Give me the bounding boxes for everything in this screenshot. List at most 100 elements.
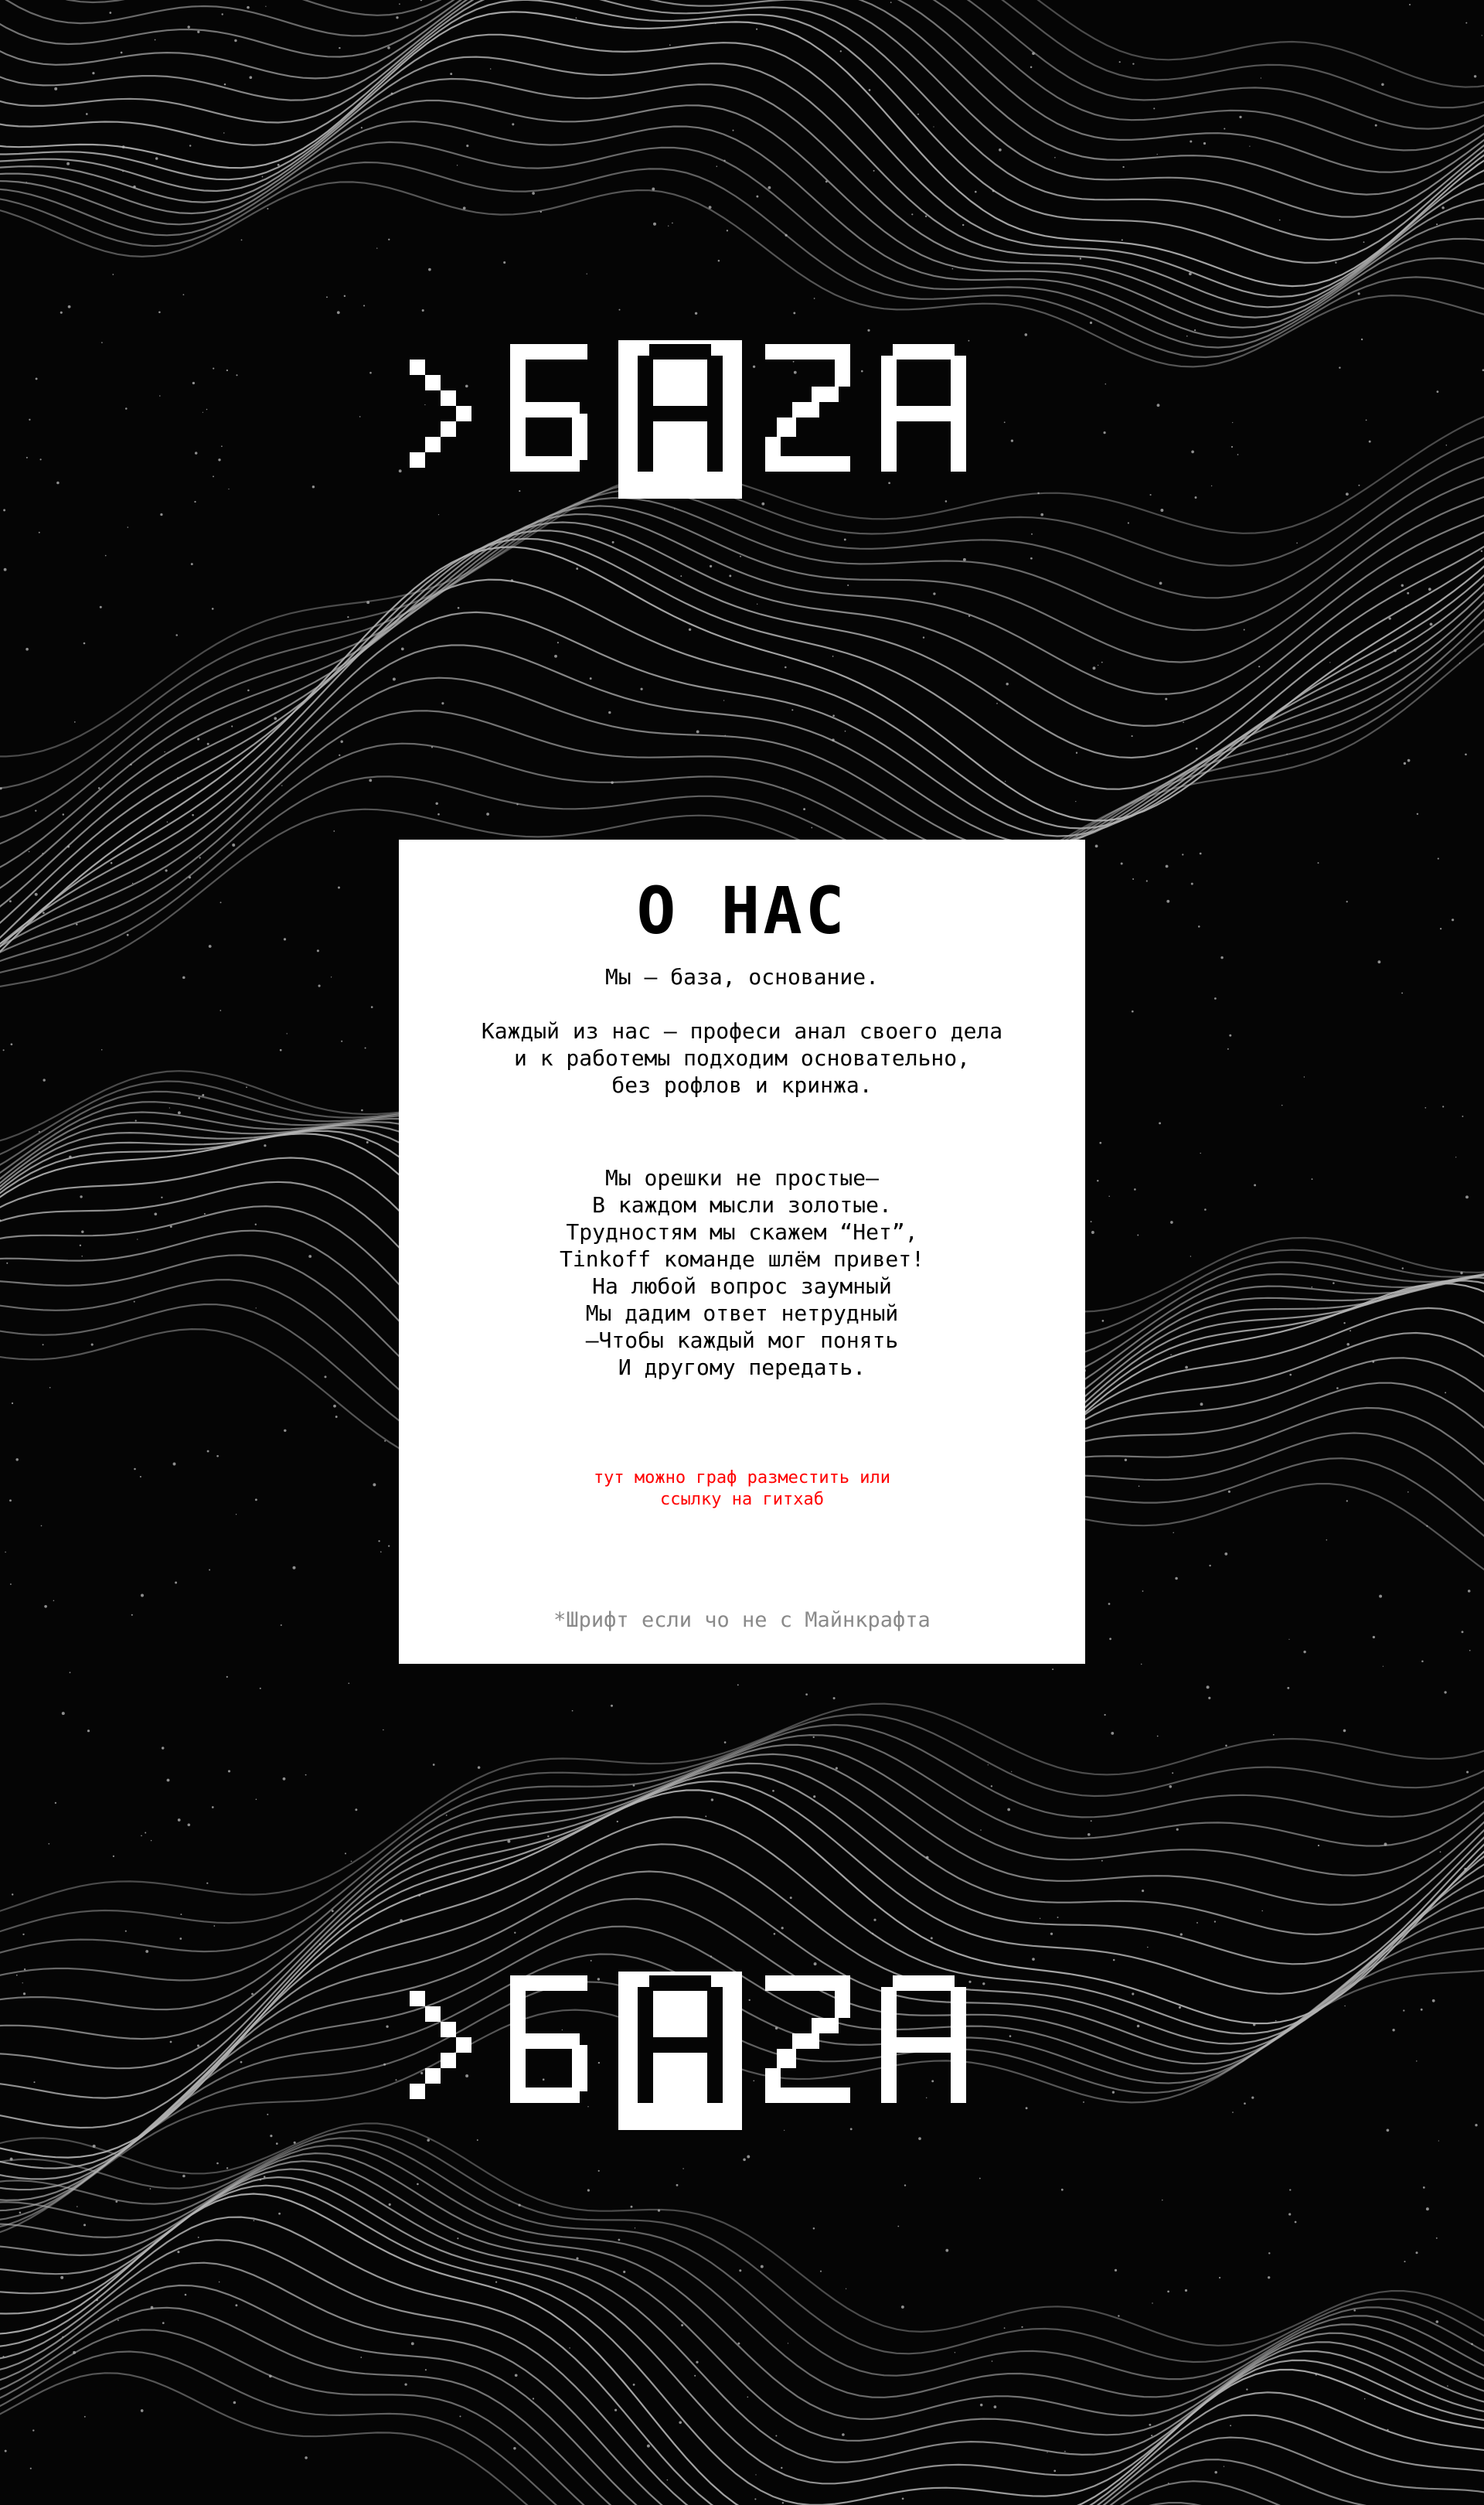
star-dot xyxy=(1203,141,1207,145)
star-dot xyxy=(22,1992,26,1995)
star-dot xyxy=(281,785,283,786)
star-dot xyxy=(933,126,934,128)
star-dot xyxy=(608,711,611,714)
star-dot xyxy=(842,2433,845,2436)
star-dot xyxy=(993,2405,997,2408)
star-dot xyxy=(1350,1330,1352,1332)
star-dot xyxy=(1092,666,1096,670)
star-dot xyxy=(812,2227,815,2230)
star-dot xyxy=(410,2342,414,2346)
star-dot xyxy=(388,238,390,240)
star-dot xyxy=(1272,1733,1275,1736)
star-dot xyxy=(1335,261,1337,264)
star-dot xyxy=(90,1343,94,1346)
star-dot xyxy=(347,615,349,619)
star-dot xyxy=(1003,421,1006,424)
star-dot xyxy=(1052,1668,1054,1671)
star-dot xyxy=(145,1832,147,1834)
star-dot xyxy=(930,1937,933,1940)
baza-logo-glyphs xyxy=(410,340,966,499)
star-dot xyxy=(813,1962,817,1966)
star-dot xyxy=(386,2025,389,2028)
star-dot xyxy=(1169,1784,1173,1788)
star-dot xyxy=(1421,1660,1424,1662)
star-dot xyxy=(694,312,698,315)
star-dot xyxy=(1346,1343,1350,1346)
star-dot xyxy=(901,2497,904,2500)
star-dot xyxy=(1091,1231,1094,1234)
star-dot xyxy=(182,976,186,980)
star-dot xyxy=(1346,1500,1348,1502)
star-dot xyxy=(1382,1665,1384,1667)
star-dot xyxy=(768,186,771,189)
star-dot xyxy=(1232,2111,1234,2113)
star-dot xyxy=(503,261,506,264)
star-dot xyxy=(756,28,758,30)
star-dot xyxy=(1101,661,1103,663)
star-dot xyxy=(1289,1373,1292,1376)
star-dot xyxy=(514,2374,518,2377)
star-dot xyxy=(1136,2024,1140,2028)
star-dot xyxy=(512,123,515,126)
star-dot xyxy=(232,844,236,847)
star-dot xyxy=(576,567,579,570)
star-dot xyxy=(1422,2186,1425,2189)
star-dot xyxy=(56,481,60,485)
star-dot xyxy=(805,1693,808,1696)
baza-logo-glyphs xyxy=(410,1972,966,2130)
baza-logo-top[interactable] xyxy=(410,340,997,503)
star-dot xyxy=(760,2265,764,2268)
star-dot xyxy=(1087,1833,1091,1836)
star-dot xyxy=(380,1551,382,1552)
star-dot xyxy=(166,1778,170,1782)
star-dot xyxy=(681,2323,684,2327)
star-dot xyxy=(180,1914,182,1916)
baza-logo-bottom[interactable] xyxy=(410,1972,997,2134)
star-dot xyxy=(1254,1184,1257,1187)
star-dot xyxy=(1159,1122,1162,1125)
star-dot xyxy=(1439,1851,1441,1853)
star-dot xyxy=(1244,2102,1246,2105)
star-dot xyxy=(1166,899,1170,903)
star-dot xyxy=(404,2383,407,2386)
star-dot xyxy=(187,1823,191,1827)
star-dot xyxy=(69,1672,71,1674)
star-dot xyxy=(42,1344,44,1346)
star-dot xyxy=(987,1764,989,1766)
star-dot xyxy=(1473,75,1477,78)
star-dot xyxy=(254,1223,257,1225)
star-dot xyxy=(145,1950,149,1953)
star-dot xyxy=(1053,2469,1057,2473)
star-dot xyxy=(211,1806,214,1808)
star-dot xyxy=(311,486,315,489)
star-dot xyxy=(218,2281,220,2283)
star-dot xyxy=(197,30,200,33)
star-dot xyxy=(1132,878,1135,881)
star-dot xyxy=(1114,2268,1118,2272)
star-dot xyxy=(234,39,237,43)
star-dot xyxy=(1064,2450,1066,2452)
star-dot xyxy=(1170,1221,1173,1224)
star-dot xyxy=(554,654,557,658)
logo-letter-a xyxy=(881,344,966,472)
star-dot xyxy=(373,1483,376,1487)
star-dot xyxy=(900,2305,904,2309)
star-dot xyxy=(1184,2289,1188,2292)
star-dot xyxy=(9,1583,12,1585)
star-dot xyxy=(1294,2220,1297,2224)
star-dot xyxy=(267,2113,269,2115)
star-dot xyxy=(22,1933,25,1936)
star-dot xyxy=(1132,63,1135,65)
star-dot xyxy=(922,636,925,639)
star-dot xyxy=(2,1049,5,1051)
star-dot xyxy=(1403,762,1407,765)
star-dot xyxy=(179,1938,182,1940)
star-dot xyxy=(387,46,390,49)
star-dot xyxy=(1122,165,1125,169)
star-dot xyxy=(490,68,492,70)
star-dot xyxy=(274,717,277,721)
star-dot xyxy=(1465,753,1467,756)
star-dot xyxy=(177,1111,181,1115)
star-dot xyxy=(280,1624,282,1626)
star-dot xyxy=(696,730,699,734)
